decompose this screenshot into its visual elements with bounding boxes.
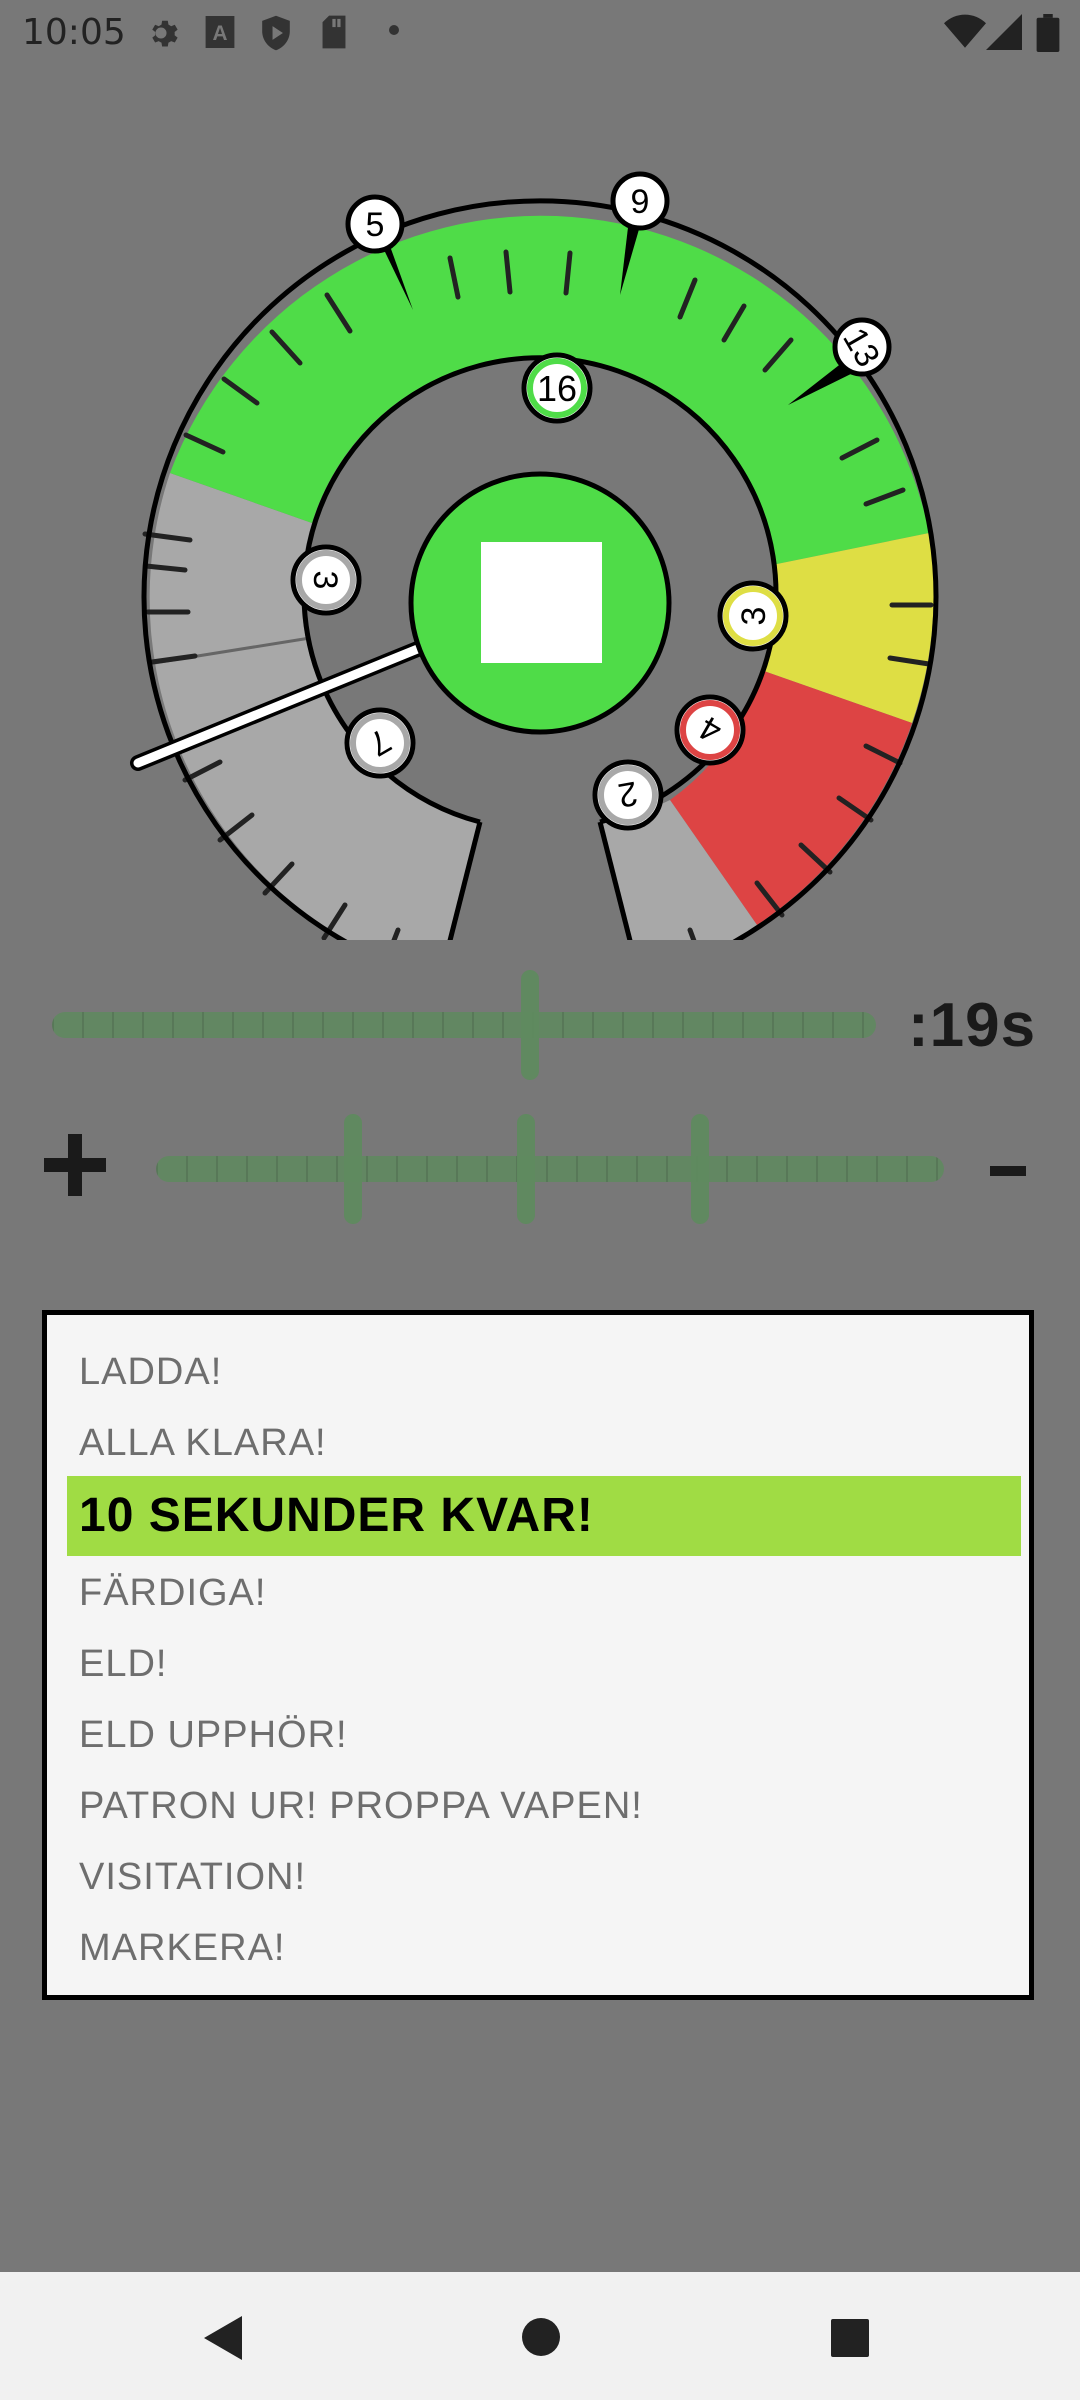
- timer-dial[interactable]: 5 9 13 16 3 7 3 4 2: [0, 80, 1080, 940]
- svg-text:5: 5: [366, 206, 385, 244]
- status-time: 10:05: [22, 12, 126, 53]
- svg-text:16: 16: [537, 368, 577, 409]
- shield-play-icon: [262, 15, 290, 51]
- svg-text:9: 9: [631, 183, 650, 221]
- gear-icon: [152, 20, 178, 47]
- inner-marker-yellow[interactable]: 3: [717, 580, 789, 652]
- command-item[interactable]: VISITATION!: [67, 1837, 1021, 1917]
- inner-marker-left-1[interactable]: 3: [290, 544, 362, 616]
- font-icon: A: [205, 16, 235, 48]
- command-item[interactable]: PATRON UR! PROPPA VAPEN!: [67, 1766, 1021, 1846]
- svg-text:3: 3: [735, 607, 773, 626]
- outer-marker-13[interactable]: 13: [832, 317, 892, 377]
- sd-card-icon: [322, 15, 346, 49]
- outer-marker-9[interactable]: 9: [610, 171, 670, 231]
- adjust-slider[interactable]: [156, 1114, 944, 1224]
- recents-icon[interactable]: [830, 2318, 870, 2358]
- dot-icon: [389, 25, 399, 35]
- svg-text:A: A: [212, 22, 227, 45]
- stop-icon: [481, 542, 602, 663]
- command-item[interactable]: ALLA KLARA!: [67, 1403, 1021, 1483]
- command-item[interactable]: LADDA!: [67, 1332, 1021, 1412]
- adjust-slider-thumb-1[interactable]: [344, 1114, 362, 1224]
- plus-button[interactable]: [40, 1130, 110, 1200]
- svg-text:3: 3: [306, 571, 344, 590]
- signal-icon: [986, 14, 1022, 50]
- command-item[interactable]: ELD UPPHÖR!: [67, 1695, 1021, 1775]
- inner-marker-right-bottom[interactable]: 2: [592, 759, 664, 831]
- inner-marker-green[interactable]: 16: [521, 352, 593, 424]
- navigation-bar: [0, 2272, 1080, 2400]
- command-list: LADDA! ALLA KLARA! 10 SEKUNDER KVAR! FÄR…: [42, 1310, 1034, 2000]
- battery-icon: [1036, 14, 1060, 52]
- command-item[interactable]: MARKERA!: [67, 1908, 1021, 1988]
- adjust-slider-thumb-3[interactable]: [690, 1114, 709, 1224]
- wifi-icon: [944, 14, 986, 48]
- back-icon[interactable]: [200, 2314, 246, 2362]
- time-slider-track: [52, 1012, 876, 1038]
- outer-marker-5[interactable]: 5: [345, 194, 405, 254]
- adjust-slider-thumb-2[interactable]: [517, 1114, 536, 1224]
- inner-marker-left-2[interactable]: 7: [344, 707, 416, 779]
- minus-button[interactable]: [990, 1166, 1026, 1176]
- time-slider[interactable]: [52, 970, 876, 1080]
- time-slider-thumb[interactable]: [520, 970, 539, 1080]
- adjust-slider-track: [156, 1156, 944, 1182]
- stop-button[interactable]: [408, 471, 672, 735]
- status-bar: 10:05 A: [0, 0, 1080, 66]
- command-item[interactable]: ELD!: [67, 1624, 1021, 1704]
- command-item[interactable]: FÄRDIGA!: [67, 1553, 1021, 1633]
- command-item-active[interactable]: 10 SEKUNDER KVAR!: [67, 1476, 1021, 1556]
- inner-marker-red[interactable]: 4: [674, 694, 746, 766]
- time-remaining-label: :19s: [908, 991, 1037, 1060]
- home-icon[interactable]: [520, 2316, 562, 2358]
